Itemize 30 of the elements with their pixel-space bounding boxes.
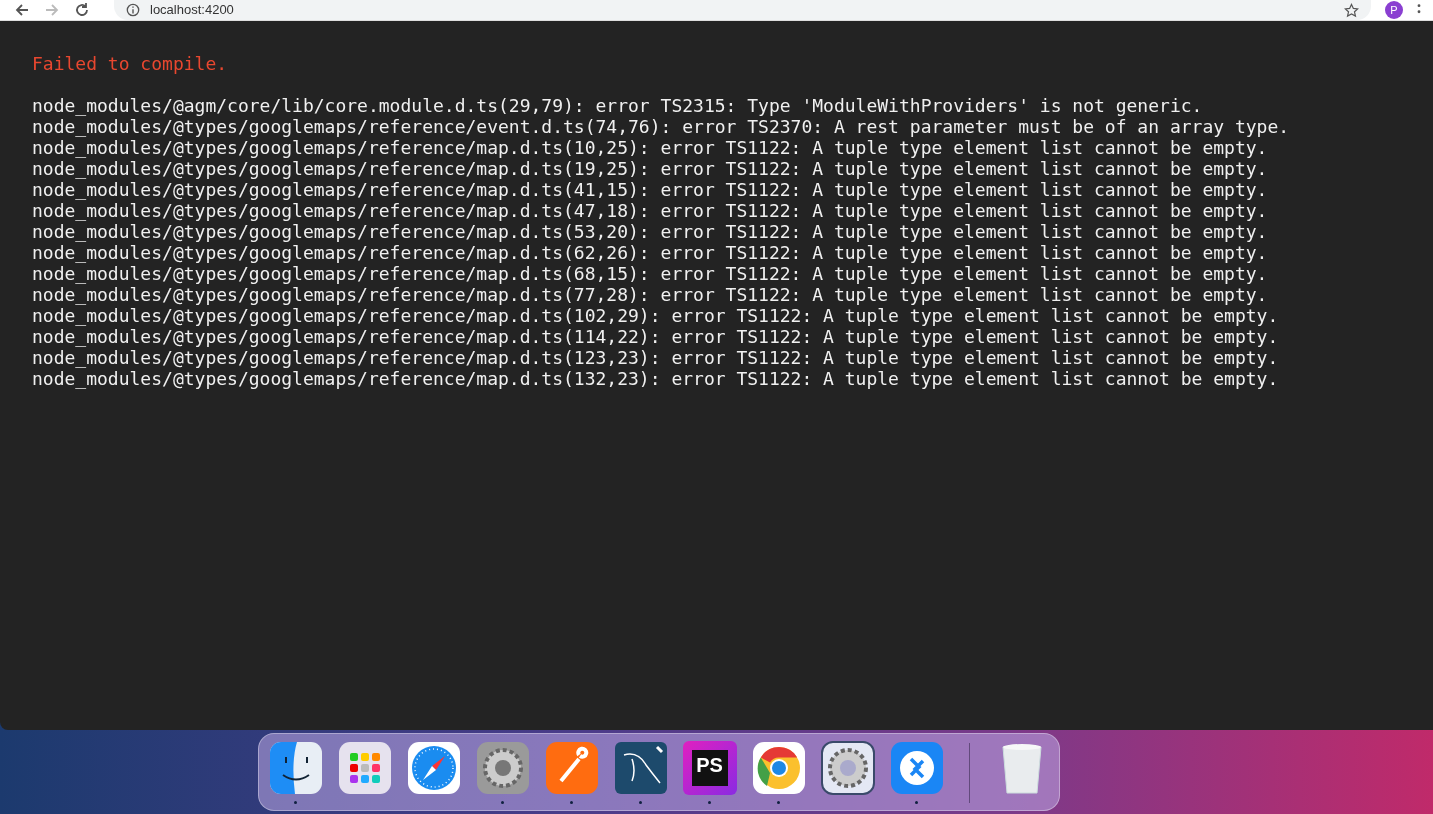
error-line: node_modules/@types/googlemaps/reference/map.d.ts(10,25): error TS1122: A tuple type element list cannot be empty.: [32, 137, 1269, 158]
bookmark-star-icon[interactable]: [1344, 2, 1359, 18]
back-icon[interactable]: [14, 2, 30, 18]
address-bar[interactable]: localhost:4200: [114, 0, 1371, 20]
error-line: node_modules/@types/googlemaps/reference/map.d.ts(47,18): error TS1122: A tuple type element list cannot be empty.: [32, 200, 1269, 221]
profile-avatar[interactable]: P: [1385, 1, 1403, 19]
error-line: node_modules/@types/googlemaps/reference/map.d.ts(41,15): error TS1122: A tuple type element list cannot be empty.: [32, 179, 1269, 200]
smiling-face-icon[interactable]: [268, 741, 323, 795]
error-line: node_modules/@types/googlemaps/reference/map.d.ts(114,22): error TS1122: A tuple type element list cannot be empty.: [32, 326, 1280, 347]
error-line: node_modules/@types/googlemaps/reference/map.d.ts(102,29): error TS1122: A tuple type element list cannot be empty.: [32, 305, 1280, 326]
chevrons-icon[interactable]: [889, 741, 944, 795]
error-line: node_modules/@types/googlemaps/reference/map.d.ts(62,26): error TS1122: A tuple type element list cannot be empty.: [32, 242, 1269, 263]
gear-icon[interactable]: [475, 741, 530, 795]
error-line: node_modules/@types/googlemaps/reference/event.d.ts(74,76): error TS2370: A rest parameter must be of an array type.: [32, 116, 1291, 137]
chrome-icon[interactable]: [751, 741, 806, 795]
error-line: node_modules/@types/googlemaps/reference/map.d.ts(53,20): error TS1122: A tuple type element list cannot be empty.: [32, 221, 1269, 242]
error-line: node_modules/@types/googlemaps/reference/map.d.ts(19,25): error TS1122: A tuple type element list cannot be empty.: [32, 158, 1269, 179]
url-text: localhost:4200: [150, 2, 235, 18]
reload-icon[interactable]: [74, 2, 90, 18]
error-title: Failed to compile.: [32, 53, 229, 75]
error-line: node_modules/@agm/core/lib/core.module.d.ts(29,79): error TS2315: Type 'ModuleWithProviders' is not generic.: [32, 95, 1204, 116]
ide-icon[interactable]: PS: [682, 741, 737, 795]
error-line: node_modules/@types/googlemaps/reference/map.d.ts(132,23): error TS1122: A tuple type element list cannot be empty.: [32, 368, 1280, 389]
info-icon[interactable]: [126, 3, 140, 17]
error-line: node_modules/@types/googlemaps/reference/map.d.ts(68,15): error TS1122: A tuple type element list cannot be empty.: [32, 263, 1269, 284]
compass-icon[interactable]: [406, 741, 461, 795]
app-grid-icon[interactable]: [337, 741, 392, 795]
error-line: node_modules/@types/googlemaps/reference/map.d.ts(123,23): error TS1122: A tuple type element list cannot be empty.: [32, 347, 1280, 368]
gear-icon[interactable]: [820, 741, 875, 795]
error-line: node_modules/@types/googlemaps/reference/map.d.ts(77,28): error TS1122: A tuple type element list cannot be empty.: [32, 284, 1269, 305]
